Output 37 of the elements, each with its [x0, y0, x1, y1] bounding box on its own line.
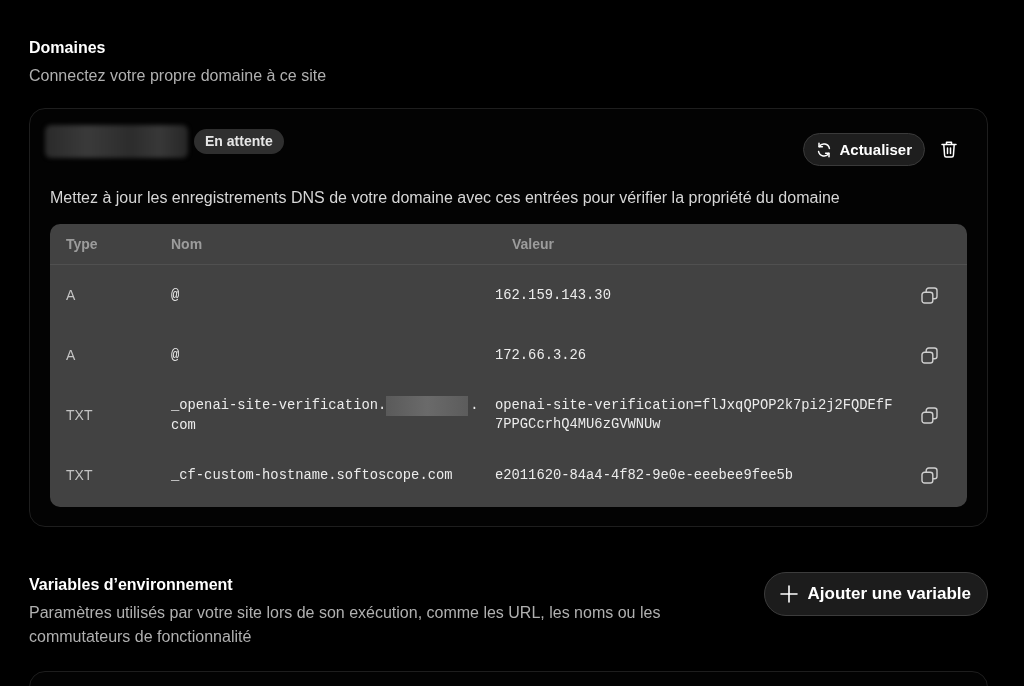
record-type-cell: A	[66, 347, 76, 363]
record-type-cell: A	[66, 287, 76, 303]
record-value-cell-text: 162.159.143.30	[495, 286, 611, 305]
record-name-text: com	[171, 416, 196, 435]
record-name-text: .	[470, 396, 479, 415]
record-type-cell: TXT	[66, 467, 93, 483]
copy-button[interactable]	[921, 286, 938, 304]
column-header: Nom	[171, 236, 203, 252]
section-title: Variables d’environnement	[29, 575, 234, 595]
record-value-cell-text: e2011620-84a4-4f82-9e0e-eeebee9fee5b	[495, 466, 794, 485]
delete-button[interactable]	[941, 141, 957, 158]
copy-button[interactable]	[921, 346, 938, 364]
section-subtitle: Connectez votre propre domaine à ce site	[29, 66, 328, 86]
status-badge: En attente	[194, 129, 284, 154]
section-title: Domaines	[29, 38, 107, 58]
instruction-text: Mettez à jour les enregistrements DNS de votre domaine avec ces entrées pour vérifier la propriété du domaine	[50, 188, 841, 208]
copy-icon	[921, 286, 938, 304]
copy-button[interactable]	[921, 466, 938, 484]
refresh-icon	[816, 141, 833, 158]
record-name-text: @	[171, 286, 180, 305]
copy-button[interactable]	[921, 406, 938, 424]
plus-icon	[779, 585, 798, 603]
copy-icon	[921, 406, 938, 424]
copy-icon	[921, 346, 938, 364]
record-name-text: @	[171, 346, 180, 365]
trash-icon	[941, 141, 957, 158]
record-value-cell-text: 172.66.3.26	[495, 346, 587, 365]
column-header: Type	[66, 236, 98, 252]
record-name-text: _openai-site-verification.	[171, 396, 387, 415]
column-header: Valeur	[512, 236, 555, 252]
record-type-cell: TXT	[66, 407, 93, 423]
copy-icon	[921, 466, 938, 484]
record-name-text: _cf-custom-hostname.softoscope.com	[171, 466, 453, 485]
section-subtitle: Paramètres utilisés par votre site lors de son exécution, comme les URL, les noms ou les commutateurs de fonctionnalité	[29, 603, 662, 647]
record-value-cell-text: openai-site-verification=flJxqQPOP2k7pi2j2FQDEfF7PPGCcrhQ4MU6zGVWNUw	[495, 397, 894, 434]
add-variable-button[interactable]: Ajouter une variable	[763, 572, 988, 616]
refresh-button[interactable]: Actualiser	[803, 133, 925, 166]
